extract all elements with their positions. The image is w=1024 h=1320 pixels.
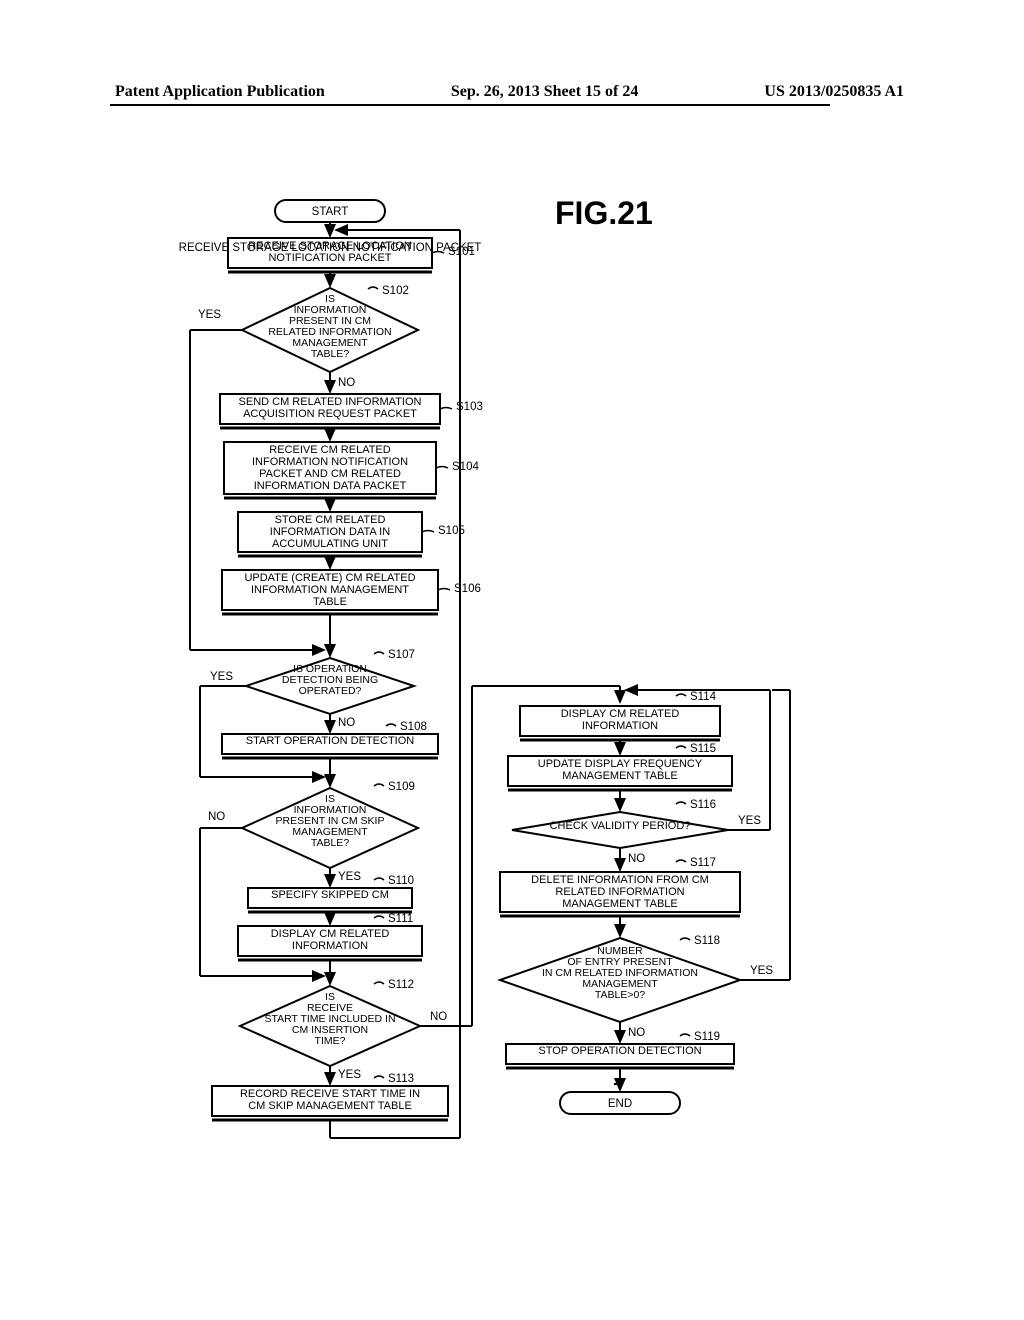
svg-text:S110: S110	[388, 875, 414, 887]
svg-text:S102: S102	[382, 285, 409, 297]
svg-text:NO: NO	[430, 1011, 447, 1023]
svg-text:S104: S104	[452, 461, 479, 473]
svg-text:YES: YES	[210, 671, 233, 683]
node-s102: ISINFORMATIONPRESENT IN CMRELATED INFORM…	[242, 288, 418, 372]
svg-text:YES: YES	[750, 965, 773, 977]
node-s118: NUMBEROF ENTRY PRESENTIN CM RELATED INFO…	[500, 938, 740, 1022]
svg-text:NO: NO	[338, 717, 355, 729]
node-s113: RECORD RECEIVE START TIME INCM SKIP MANA…	[212, 1086, 448, 1120]
svg-text:YES: YES	[198, 309, 221, 321]
svg-text:S119: S119	[694, 1031, 720, 1043]
svg-text:NO: NO	[628, 853, 645, 865]
svg-text:S109: S109	[388, 781, 415, 793]
node-s108: START OPERATION DETECTION	[222, 734, 438, 758]
node-s105: STORE CM RELATEDINFORMATION DATA INACCUM…	[238, 512, 422, 556]
svg-text:S113: S113	[388, 1073, 414, 1085]
node-start: START	[275, 200, 385, 222]
svg-text:S116: S116	[690, 799, 716, 811]
svg-text:S108: S108	[400, 721, 427, 733]
flowchart-svg: START RECEIVE STORAGE LOCATION NOTIFICAT…	[0, 0, 1024, 1320]
svg-text:S101: S101	[448, 246, 475, 258]
svg-text:S106: S106	[454, 583, 481, 595]
node-s117: DELETE INFORMATION FROM CMRELATED INFORM…	[500, 872, 740, 916]
node-s111: DISPLAY CM RELATEDINFORMATION	[238, 926, 422, 960]
svg-text:END: END	[608, 1098, 632, 1110]
svg-text:S114: S114	[690, 691, 717, 703]
svg-text:YES: YES	[338, 871, 361, 883]
svg-text:S115: S115	[690, 743, 716, 755]
node-s101: RECEIVE STORAGE LOCATION NOTIFICATION PA…	[179, 238, 482, 272]
node-s109: ISINFORMATIONPRESENT IN CM SKIPMANAGEMEN…	[242, 788, 418, 868]
svg-text:S112: S112	[388, 979, 414, 991]
node-s103: SEND CM RELATED INFORMATIONACQUISITION R…	[220, 394, 440, 428]
node-s104: RECEIVE CM RELATEDINFORMATION NOTIFICATI…	[224, 442, 436, 498]
svg-text:S111: S111	[388, 913, 413, 925]
svg-text:START: START	[312, 206, 349, 218]
svg-text:NO: NO	[628, 1027, 645, 1039]
node-s110: SPECIFY SKIPPED CM	[248, 888, 412, 912]
node-s114: DISPLAY CM RELATEDINFORMATION	[520, 706, 720, 740]
node-s106: UPDATE (CREATE) CM RELATEDINFORMATION MA…	[222, 570, 438, 614]
node-s119: STOP OPERATION DETECTION	[506, 1044, 734, 1068]
svg-text:NO: NO	[338, 377, 355, 389]
svg-text:YES: YES	[738, 815, 761, 827]
node-s115: UPDATE DISPLAY FREQUENCYMANAGEMENT TABLE	[508, 756, 732, 790]
node-s116: CHECK VALIDITY PERIOD?	[512, 812, 728, 848]
svg-text:S117: S117	[690, 857, 716, 869]
svg-text:YES: YES	[338, 1069, 361, 1081]
node-s112: ISRECEIVESTART TIME INCLUDED INCM INSERT…	[240, 986, 420, 1066]
svg-text:NO: NO	[208, 811, 225, 823]
node-s107: IS OPERATIONDETECTION BEINGOPERATED?	[246, 658, 414, 714]
svg-text:S118: S118	[694, 935, 720, 947]
node-end: END	[560, 1092, 680, 1114]
svg-text:S107: S107	[388, 649, 415, 661]
